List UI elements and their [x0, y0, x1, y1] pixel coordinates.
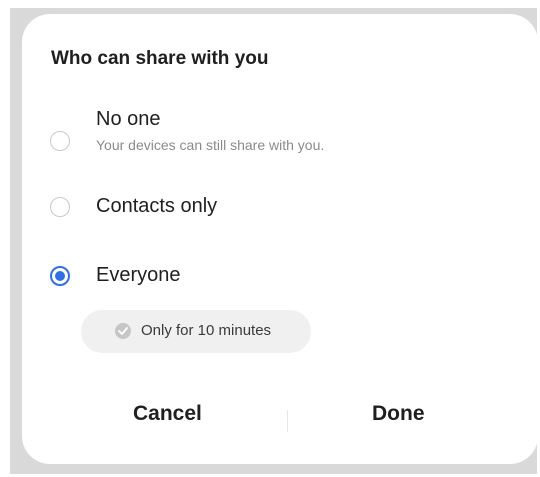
- option-contacts-only-label: Contacts only: [96, 195, 218, 217]
- cancel-button[interactable]: Cancel: [133, 402, 202, 426]
- button-divider: [287, 410, 288, 432]
- chip-label: Only for 10 minutes: [141, 322, 272, 339]
- only-10-minutes-chip[interactable]: Only for 10 minutes: [81, 310, 311, 353]
- option-no-one-sublabel: Your devices can still share with you.: [96, 137, 325, 153]
- share-visibility-dialog: Who can share with you No one Your devic…: [22, 14, 538, 464]
- option-no-one[interactable]: No one Your devices can still share with…: [22, 106, 538, 162]
- done-button[interactable]: Done: [372, 402, 425, 426]
- option-everyone-label: Everyone: [96, 264, 181, 286]
- option-contacts-only[interactable]: Contacts only: [22, 189, 538, 229]
- radio-everyone[interactable]: [50, 266, 70, 286]
- radio-contacts-only[interactable]: [50, 197, 70, 217]
- option-everyone[interactable]: Everyone: [22, 257, 538, 297]
- check-circle-icon: [115, 323, 131, 339]
- dialog-title: Who can share with you: [51, 48, 269, 69]
- radio-no-one[interactable]: [50, 131, 70, 151]
- option-no-one-label: No one: [96, 108, 161, 130]
